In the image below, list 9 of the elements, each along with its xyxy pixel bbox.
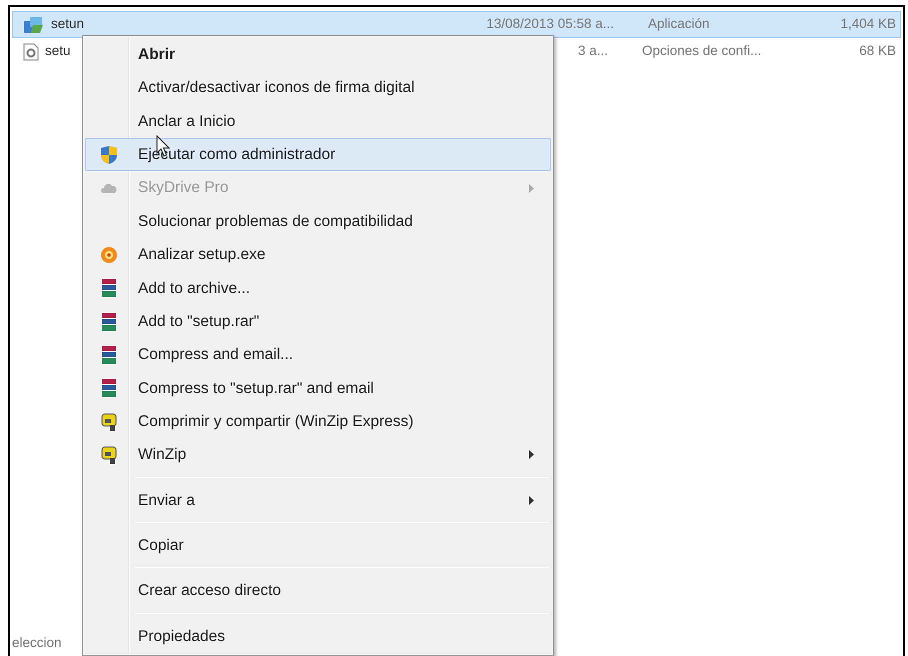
file-size: 1,404 KB xyxy=(840,16,896,32)
file-date: 13/08/2013 05:58 a... xyxy=(486,16,614,32)
file-name: setun xyxy=(51,16,84,32)
file-type: Aplicación xyxy=(648,16,710,32)
file-type: Opciones de confi... xyxy=(642,43,762,58)
file-name: setu xyxy=(45,43,71,58)
status-text: eleccion xyxy=(12,634,62,652)
file-date: 3 a... xyxy=(578,43,608,58)
file-size: 68 KB xyxy=(859,43,896,58)
